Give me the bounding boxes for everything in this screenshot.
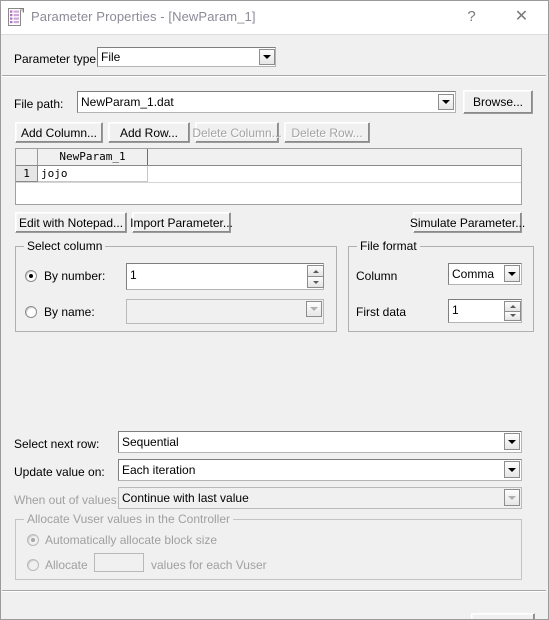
chevron-down-icon (508, 271, 516, 276)
allocate-vuser-group: Allocate Vuser values in the Controller (15, 512, 522, 580)
spinner-up-icon[interactable] (307, 265, 324, 276)
chevron-down-icon (310, 307, 318, 311)
file-format-caption: File format (357, 239, 420, 253)
select-next-row-label: Select next row: (14, 437, 100, 451)
by-number-radio[interactable] (25, 270, 37, 282)
column-format-dropdown-arrow[interactable] (504, 265, 520, 282)
by-number-label: By number: (44, 269, 106, 283)
when-out-of-values-label: When out of values: (14, 493, 121, 507)
allocate-suffix-label: values for each Vuser (151, 558, 267, 572)
manual-allocate-radio[interactable] (27, 559, 39, 571)
update-value-on-label: Update value on: (14, 465, 105, 479)
chevron-down-icon (508, 439, 516, 444)
manual-allocate-label: Allocate (45, 558, 88, 572)
allocate-count-input[interactable] (94, 553, 144, 572)
chevron-down-icon (263, 55, 271, 59)
close-window-button[interactable]: ✕ (499, 1, 544, 33)
by-name-label: By name: (44, 305, 95, 319)
simulate-parameter-button[interactable]: Simulate Parameter... (410, 212, 525, 233)
auto-allocate-radio[interactable] (27, 534, 39, 546)
parameter-properties-dialog: Parameter Properties - [NewParam_1] ? ✕ … (0, 0, 549, 620)
column-format-label: Column (356, 269, 398, 283)
grid-header-row: NewParam_1 (16, 149, 521, 166)
edit-with-notepad-button[interactable]: Edit with Notepad... (15, 212, 127, 233)
chevron-down-icon (508, 495, 516, 500)
by-name-select[interactable] (126, 299, 324, 324)
file-path-combo[interactable]: NewParam_1.dat (77, 91, 456, 113)
close-button[interactable]: Close (471, 613, 535, 619)
parameter-type-select[interactable]: File (97, 47, 276, 67)
update-value-on-select[interactable]: Each iteration (118, 459, 522, 481)
delete-column-button[interactable]: Delete Column... (192, 122, 282, 143)
auto-allocate-label: Automatically allocate block size (45, 533, 218, 547)
grid-row-number: 1 (16, 166, 38, 182)
window-title: Parameter Properties - [NewParam_1] (31, 9, 256, 24)
table-row[interactable]: 1 jojo (16, 166, 521, 183)
delete-row-button[interactable]: Delete Row... (284, 122, 370, 143)
parameter-data-grid[interactable]: NewParam_1 1 jojo (15, 148, 522, 205)
browse-button[interactable]: Browse... (463, 90, 533, 114)
spinner-down-icon[interactable] (307, 276, 324, 288)
add-column-button[interactable]: Add Column... (15, 122, 103, 143)
by-name-dropdown-arrow[interactable] (306, 301, 322, 317)
add-row-button[interactable]: Add Row... (108, 122, 190, 143)
first-data-label: First data (356, 305, 407, 319)
grid-cell-0-0[interactable]: jojo (38, 166, 148, 182)
chevron-down-icon (508, 467, 516, 472)
grid-corner-cell (16, 149, 38, 165)
section-divider-top (2, 75, 546, 77)
footer-divider (2, 590, 546, 592)
chevron-down-icon (442, 100, 450, 104)
dialog-body: Parameter type: File File path: NewParam… (1, 34, 548, 619)
update-value-on-dropdown-arrow[interactable] (504, 461, 520, 478)
by-name-radio[interactable] (25, 306, 37, 318)
allocate-group-caption: Allocate Vuser values in the Controller (24, 512, 233, 526)
when-out-of-values-select[interactable]: Continue with last value (118, 487, 522, 509)
spinner-down-icon[interactable] (504, 310, 521, 321)
import-parameter-button[interactable]: Import Parameter... (130, 212, 233, 233)
file-path-label: File path: (14, 97, 64, 111)
title-bar: Parameter Properties - [NewParam_1] ? ✕ (1, 1, 548, 34)
parameter-list-icon (8, 8, 25, 27)
parameter-type-label: Parameter type: (14, 52, 100, 66)
when-out-of-values-dropdown-arrow[interactable] (504, 489, 520, 506)
spinner-up-icon[interactable] (504, 301, 521, 311)
first-data-spinner[interactable] (504, 301, 521, 321)
parameter-type-dropdown-arrow[interactable] (259, 49, 275, 65)
select-column-caption: Select column (24, 239, 106, 253)
grid-header-cell-0[interactable]: NewParam_1 (38, 149, 148, 165)
by-number-spinner[interactable] (307, 265, 324, 288)
help-button[interactable]: ? (449, 1, 494, 33)
select-next-row-select[interactable]: Sequential (118, 431, 522, 453)
select-next-row-dropdown-arrow[interactable] (504, 433, 520, 450)
by-number-input[interactable]: 1 (126, 263, 324, 290)
file-path-dropdown-arrow[interactable] (438, 94, 454, 110)
